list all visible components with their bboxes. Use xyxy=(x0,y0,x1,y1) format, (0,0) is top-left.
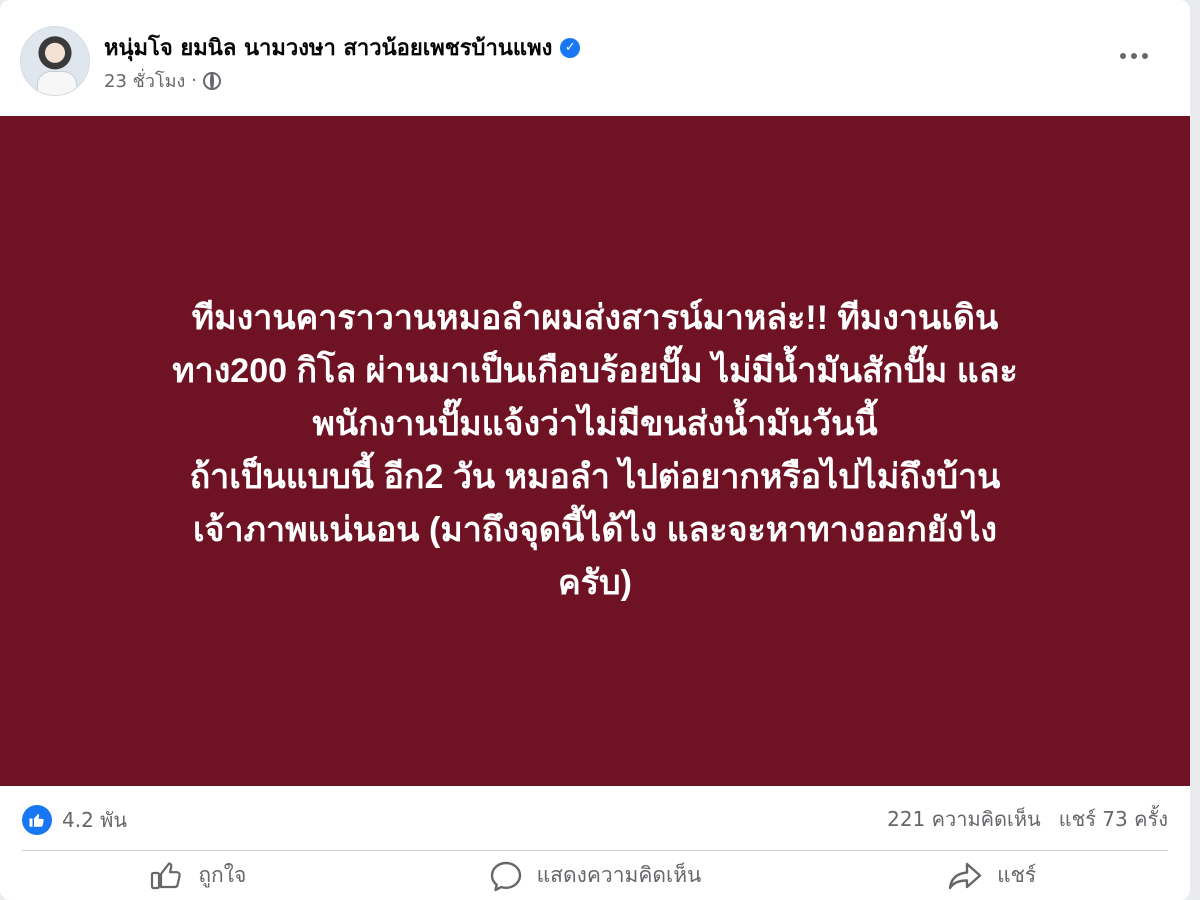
more-options-icon xyxy=(1142,53,1148,59)
meta-separator: · xyxy=(191,70,198,91)
comment-bubble-icon xyxy=(490,861,521,891)
share-button-label: แชร์ xyxy=(997,863,1037,887)
author-name[interactable]: หนุ่มโจ ยมนิล นามวงษา สาวน้อยเพชรบ้านแพง xyxy=(104,30,552,65)
post-body-text: ทีมงานคาราวานหมอลำผมส่งสารน์มาหล่ะ!! ทีม… xyxy=(172,299,1018,602)
globe-icon[interactable] xyxy=(203,71,222,90)
like-button[interactable]: ถูกใจ xyxy=(0,851,397,900)
comment-count[interactable]: 221 ความคิดเห็น xyxy=(887,804,1041,834)
thumbs-up-icon xyxy=(151,861,182,889)
more-options-icon xyxy=(1120,53,1126,59)
author-avatar[interactable] xyxy=(20,26,90,96)
post-stats: 4.2 พัน 221 ความคิดเห็น แชร์ 73 ครั้ง xyxy=(0,786,1190,850)
more-options-icon xyxy=(1131,53,1137,59)
engagement-counts: 221 ความคิดเห็น แชร์ 73 ครั้ง xyxy=(887,804,1168,834)
like-button-label: ถูกใจ xyxy=(198,863,247,887)
like-reaction-glyph xyxy=(29,814,44,827)
more-options-button[interactable] xyxy=(1112,38,1156,74)
post-meta: 23 ชั่วโมง · xyxy=(104,66,222,95)
author-row: หนุ่มโจ ยมนิล นามวงษา สาวน้อยเพชรบ้านแพง… xyxy=(104,30,581,65)
share-button[interactable]: แชร์ xyxy=(793,851,1190,900)
post-time[interactable]: 23 ชั่วโมง xyxy=(104,66,185,95)
share-count[interactable]: แชร์ 73 ครั้ง xyxy=(1059,804,1168,834)
post-header: หนุ่มโจ ยมนิล นามวงษา สาวน้อยเพชรบ้านแพง… xyxy=(0,0,1190,116)
comment-button-label: แสดงความคิดเห็น xyxy=(536,863,702,887)
reaction-summary[interactable]: 4.2 พัน xyxy=(22,804,127,836)
reaction-count: 4.2 พัน xyxy=(62,808,128,832)
post-actions: ถูกใจ แสดงความคิดเห็น แชร์ xyxy=(0,851,1190,900)
verified-badge-icon: ✓ xyxy=(560,37,581,58)
post-card: หนุ่มโจ ยมนิล นามวงษา สาวน้อยเพชรบ้านแพง… xyxy=(0,0,1190,900)
like-reaction-icon xyxy=(22,805,52,835)
share-arrow-icon xyxy=(948,862,982,889)
avatar-figure xyxy=(37,71,77,95)
post-background[interactable]: ทีมงานคาราวานหมอลำผมส่งสารน์มาหล่ะ!! ทีม… xyxy=(0,116,1190,786)
comment-button[interactable]: แสดงความคิดเห็น xyxy=(397,851,794,900)
